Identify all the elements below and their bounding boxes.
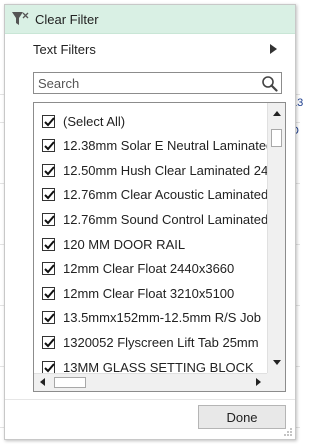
filter-list-item[interactable]: 12.76mm Sound Control Laminated [42,207,267,231]
filter-list-item-label: 12mm Clear Float 3210x5100 [63,285,235,301]
vertical-scrollbar[interactable] [267,103,285,373]
done-button[interactable]: Done [198,405,286,429]
filter-list-item[interactable]: 12.38mm Solar E Neutral Laminated [42,134,267,158]
submenu-arrow-icon [270,44,277,54]
filter-list-item-label: 12.38mm Solar E Neutral Laminated [63,138,267,154]
horizontal-scrollbar[interactable] [34,373,267,391]
checkbox[interactable] [42,114,55,128]
checkbox[interactable] [42,188,55,202]
checkmark-icon [44,166,55,176]
checkmark-icon [44,116,55,126]
filter-list-item-label: (Select All) [63,113,126,129]
checkmark-icon [44,190,55,200]
checkmark-icon [44,264,55,274]
filter-list-item-label: 12.76mm Sound Control Laminated [63,211,267,227]
checkbox[interactable] [42,237,55,251]
filter-list-item[interactable]: 120 MM DOOR RAIL [42,232,185,256]
checkmark-icon [44,313,55,323]
filter-list-item[interactable]: 12mm Clear Float 3210x5100 [42,281,234,305]
filter-list-item[interactable]: 1320052 Flyscreen Lift Tab 25mm [42,330,259,354]
filter-list-item-label: 12.50mm Hush Clear Laminated 2440 [63,162,267,178]
filter-list-item-label: 13.5mmx152mm-12.5mm R/S Job [63,310,261,326]
vertical-scroll-thumb[interactable] [271,129,282,147]
checkbox[interactable] [42,335,55,349]
filter-list-item[interactable]: (Select All) [42,109,125,133]
checkbox[interactable] [42,163,55,177]
clear-filter-label: Clear Filter [35,11,99,27]
checkmark-icon [44,289,55,299]
filter-list-item-label: 12.76mm Clear Acoustic Laminated [63,187,267,203]
scroll-up-icon[interactable] [273,111,281,116]
filter-list-item[interactable]: 12.76mm Clear Acoustic Laminated [42,183,267,207]
clear-filter-menu-item[interactable]: Clear Filter [5,5,295,34]
text-filters-menu-item[interactable]: Text Filters [5,35,295,63]
checkbox[interactable] [42,311,55,325]
search-box [33,72,282,94]
filter-list-item-label: 12mm Clear Float 2440x3660 [63,261,235,277]
resize-grip-icon[interactable] [283,427,293,437]
footer-divider [5,399,295,400]
checkmark-icon [44,141,55,151]
filter-list-item-label: 13MM GLASS SETTING BLOCK [63,359,254,374]
checkbox[interactable] [42,212,55,226]
clear-filter-icon [12,12,29,25]
horizontal-scroll-thumb[interactable] [54,377,86,388]
text-filters-label: Text Filters [33,41,96,57]
checkbox[interactable] [42,139,55,153]
scrollbar-corner [267,373,285,391]
scroll-left-icon[interactable] [40,378,45,386]
checkbox[interactable] [42,286,55,300]
filter-list-item[interactable]: 12.50mm Hush Clear Laminated 2440 [42,158,267,182]
checkmark-icon [44,362,55,372]
filter-list-item[interactable]: 12mm Clear Float 2440x3660 [42,257,234,281]
scroll-right-icon[interactable] [256,378,261,386]
filter-list-item-label: 120 MM DOOR RAIL [63,236,186,252]
checkmark-icon [44,338,55,348]
filter-list-item[interactable]: 13MM GLASS SETTING BLOCK [42,355,254,373]
checkmark-icon [44,215,55,225]
checkbox[interactable] [42,262,55,276]
filter-values-viewport: (Select All) 12.38mm Solar E Neutral Lami… [34,103,267,373]
checkbox[interactable] [42,360,55,373]
search-input[interactable] [38,75,258,91]
filter-values-list: (Select All) 12.38mm Solar E Neutral Lami… [33,102,286,392]
scroll-down-icon[interactable] [273,360,281,365]
checkmark-icon [44,239,55,249]
filter-list-item[interactable]: 13.5mmx152mm-12.5mm R/S Job [42,306,261,330]
search-icon[interactable] [261,75,278,92]
autofilter-dropdown: Clear Filter Text Filters (Select All) 12… [4,4,296,440]
filter-list-item-label: 1320052 Flyscreen Lift Tab 25mm [63,334,259,350]
